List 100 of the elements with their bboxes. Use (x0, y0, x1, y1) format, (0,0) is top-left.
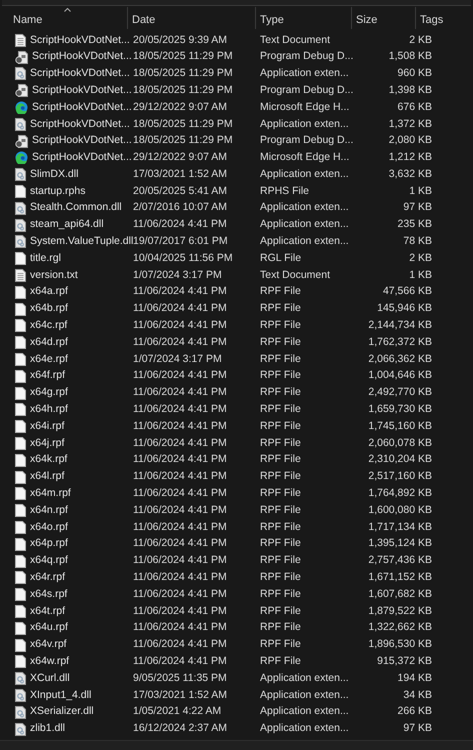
size-cell-text: 1,896,530 KB (367, 637, 432, 652)
date-cell-text: 11/06/2024 4:41 PM (132, 654, 228, 669)
file-name[interactable]: ScriptHookVDotNet... (32, 133, 132, 150)
file-name[interactable]: ScriptHookVDotNet... (32, 100, 132, 116)
size-cell-text: 1,508 KB (388, 49, 432, 64)
type-cell-text: RPF File (259, 402, 302, 418)
file-name[interactable]: ScriptHookVDotNet... (32, 49, 132, 66)
file-icon (15, 454, 26, 467)
date-cell-text: 18/05/2025 11:29 PM (132, 116, 234, 132)
date-cell-text: 11/06/2024 4:41 PM (132, 604, 228, 619)
file-name[interactable]: x64e.rpf (30, 352, 68, 368)
file-name[interactable]: ScriptHookVDotNet... (30, 116, 130, 132)
type-cell-text: Application exten... (259, 234, 350, 250)
size-cell-text: 2,066,362 KB (367, 352, 432, 367)
file-name[interactable]: XInput1_4.dll (30, 688, 92, 704)
file-name[interactable]: x64b.rpf (30, 301, 68, 318)
date-cell-text: 11/06/2024 4:41 PM (132, 318, 228, 334)
date-cell-text: 11/06/2024 4:41 PM (132, 452, 228, 468)
debug-file-icon (15, 84, 28, 98)
file-name[interactable]: ScriptHookVDotNet... (32, 82, 132, 99)
file-name[interactable]: x64a.rpf (30, 284, 68, 300)
file-name[interactable]: x64o.rpf (30, 520, 68, 536)
file-name[interactable]: x64k.rpf (30, 452, 68, 468)
column-header[interactable]: Type (260, 12, 284, 28)
file-name[interactable]: x64n.rpf (30, 502, 68, 519)
file-name[interactable]: Stealth.Common.dll (30, 200, 122, 216)
dll-file-icon (15, 672, 26, 686)
file-name[interactable]: x64c.rpf (30, 318, 68, 334)
file-name[interactable]: x64u.rpf (30, 620, 68, 636)
file-name[interactable]: SlimDX.dll (30, 166, 78, 183)
file-name[interactable]: ScriptHookVDotNet... (30, 32, 130, 48)
size-cell-text: 235 KB (396, 217, 432, 232)
file-name[interactable]: ScriptHookVDotNet... (32, 150, 132, 166)
file-name[interactable]: x64v.rpf (30, 637, 67, 653)
file-icon (15, 185, 26, 198)
file-name[interactable]: x64j.rpf (30, 436, 64, 452)
file-name[interactable]: x64f.rpf (30, 368, 66, 384)
file-name[interactable]: x64m.rpf (30, 486, 71, 502)
size-cell-text: 266 KB (396, 704, 432, 720)
size-cell-text: 915,372 KB (376, 654, 432, 669)
file-name[interactable]: System.ValueTuple.dll (30, 234, 134, 250)
file-name[interactable]: title.rgl (30, 250, 61, 267)
dll-file-icon (15, 688, 26, 702)
dll-file-icon (15, 67, 26, 80)
file-name[interactable]: x64p.rpf (30, 536, 68, 552)
file-name[interactable]: ScriptHookVDotNet... (30, 66, 130, 82)
file-icon (15, 437, 26, 450)
size-cell-text: 1,745,160 KB (367, 418, 432, 434)
date-cell-text: 11/06/2024 4:41 PM (132, 217, 228, 232)
type-cell-text: Application exten... (259, 116, 350, 132)
file-name[interactable]: startup.rphs (30, 184, 86, 200)
type-cell-text: Microsoft Edge H... (259, 150, 350, 166)
date-cell-text: 2/07/2016 10:07 AM (132, 200, 228, 216)
type-cell-text: Program Debug D... (259, 82, 352, 98)
type-cell-text: RPF File (259, 654, 302, 669)
type-cell-text: Application exten... (259, 217, 350, 232)
file-name[interactable]: x64q.rpf (30, 553, 68, 569)
type-cell-text: RPF File (259, 620, 302, 636)
file-name[interactable]: x64d.rpf (30, 334, 68, 351)
date-cell-text: 11/06/2024 4:41 PM (132, 502, 228, 518)
file-name[interactable]: x64t.rpf (30, 604, 66, 620)
file-icon (15, 487, 26, 500)
column-header[interactable]: Tags (420, 12, 444, 28)
file-name[interactable]: x64r.rpf (30, 570, 66, 586)
file-name[interactable]: x64h.rpf (30, 402, 68, 418)
size-cell-text: 47,566 KB (382, 284, 432, 300)
date-cell-text: 9/05/2025 11:35 PM (132, 670, 228, 686)
type-cell-text: RPF File (259, 553, 302, 568)
type-cell-text: RGL File (259, 250, 302, 266)
size-cell-text: 1,879,522 KB (367, 604, 432, 619)
date-cell-text: 17/03/2021 1:52 AM (132, 166, 228, 182)
file-name[interactable]: x64l.rpf (30, 469, 64, 485)
date-cell-text: 11/06/2024 4:41 PM (132, 620, 228, 636)
file-name[interactable]: x64g.rpf (30, 385, 68, 401)
file-name[interactable]: x64w.rpf (30, 654, 70, 670)
file-name[interactable]: x64i.rpf (30, 418, 64, 435)
column-header[interactable]: Size (356, 12, 378, 28)
date-cell-text: 11/06/2024 4:41 PM (132, 586, 228, 602)
debug-file-icon (15, 50, 28, 64)
file-name[interactable]: x64s.rpf (30, 586, 68, 603)
size-cell-text: 3,632 KB (388, 166, 432, 182)
size-cell-text: 1,659,730 KB (367, 402, 432, 418)
column-header[interactable]: Date (132, 12, 156, 28)
size-cell-text: 1,372 KB (388, 116, 432, 132)
type-cell-text: Application exten... (259, 166, 350, 182)
date-cell-text: 11/06/2024 4:41 PM (132, 368, 228, 384)
size-cell-text: 1 KB (408, 268, 432, 283)
address-bar[interactable] (2, 0, 471, 6)
size-cell-text: 2,080 KB (388, 133, 432, 148)
size-cell-text: 2 KB (408, 32, 432, 48)
file-name[interactable]: XSerializer.dll (30, 704, 94, 720)
file-icon (15, 604, 26, 618)
file-name[interactable]: zlib1.dll (30, 721, 66, 737)
file-icon (15, 571, 26, 584)
file-name[interactable]: XCurl.dll (30, 670, 70, 687)
date-cell-text: 11/06/2024 4:41 PM (132, 402, 228, 418)
file-name[interactable]: version.txt (30, 268, 78, 284)
file-name[interactable]: steam_api64.dll (30, 217, 104, 234)
column-header[interactable]: Name (13, 12, 42, 28)
file-icon (15, 622, 26, 635)
